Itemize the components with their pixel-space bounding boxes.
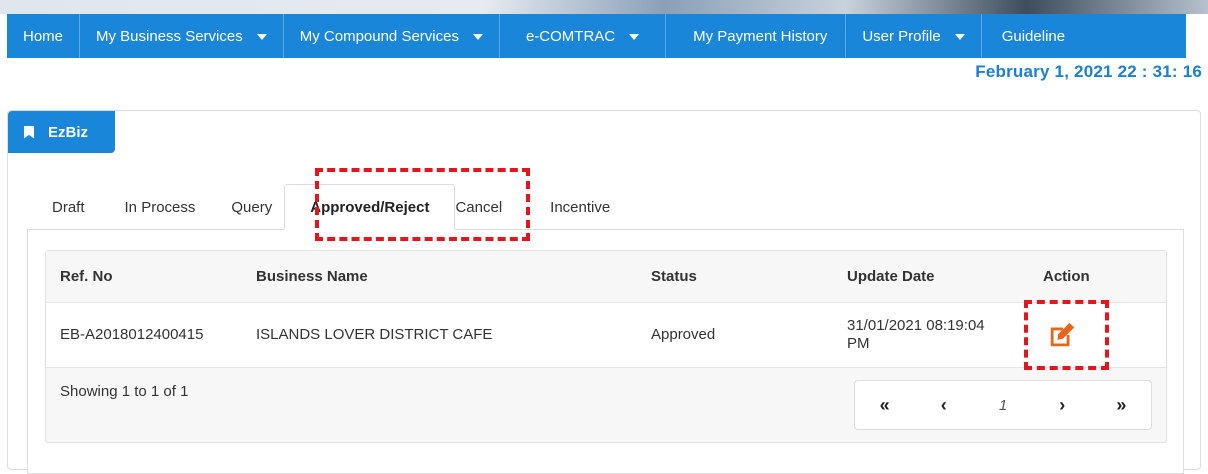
- pagination: « ‹ 1 › »: [854, 380, 1152, 430]
- header-ref-no: Ref. No: [46, 251, 242, 303]
- results-table-box: Ref. No Business Name Status Update Date…: [45, 250, 1167, 443]
- cell-ref-no: EB-A2018012400415: [46, 302, 242, 368]
- update-date-line2: PM: [847, 334, 870, 352]
- caret-down-icon: [629, 34, 640, 40]
- cell-action: [1029, 302, 1166, 368]
- tab-query[interactable]: Query: [219, 184, 284, 230]
- panel-title-tag: EzBiz: [8, 111, 115, 153]
- bookmark-icon: [24, 125, 34, 139]
- nav-home-label: Home: [23, 27, 64, 45]
- header-business-name: Business Name: [242, 251, 637, 303]
- tab-in-process[interactable]: In Process: [99, 184, 220, 230]
- caret-down-icon: [954, 34, 965, 40]
- current-page-number[interactable]: 1: [973, 381, 1032, 429]
- tab-cancel[interactable]: Cancel: [455, 184, 550, 230]
- ezbiz-panel: EzBiz Draft In Process Query Approved/Re…: [7, 110, 1201, 474]
- nav-user-profile[interactable]: User Profile: [846, 14, 982, 58]
- nav-my-business-services[interactable]: My Business Services: [80, 14, 284, 58]
- cell-status: Approved: [637, 302, 833, 368]
- nav-e-comtrac-label: e-COMTRAC: [525, 27, 616, 45]
- nav-user-profile-label: User Profile: [862, 27, 941, 45]
- nav-home[interactable]: Home: [7, 14, 81, 58]
- update-date-line1: 31/01/2021 08:19:04: [847, 316, 985, 334]
- results-table: Ref. No Business Name Status Update Date…: [46, 251, 1166, 368]
- nav-my-compound-services-label: My Compound Services: [299, 27, 459, 45]
- nav-my-compound-services[interactable]: My Compound Services: [284, 14, 500, 58]
- date-time-clock: February 1, 2021 22 : 31: 16: [975, 62, 1202, 81]
- table-row: EB-A2018012400415 ISLANDS LOVER DISTRICT…: [46, 302, 1166, 368]
- table-footer: Showing 1 to 1 of 1 « ‹ 1 › »: [46, 368, 1166, 442]
- nav-my-payment-history[interactable]: My Payment History: [666, 14, 847, 58]
- first-page-button[interactable]: «: [855, 381, 914, 429]
- edit-icon[interactable]: [1047, 320, 1077, 350]
- nav-my-payment-history-label: My Payment History: [693, 27, 828, 45]
- cell-business-name: ISLANDS LOVER DISTRICT CAFE: [242, 302, 637, 368]
- table-header-row: Ref. No Business Name Status Update Date…: [46, 251, 1166, 303]
- tab-content: Ref. No Business Name Status Update Date…: [27, 229, 1184, 474]
- cell-update-date: 31/01/2021 08:19:04 PM: [833, 302, 1029, 368]
- header-status: Status: [637, 251, 833, 303]
- main-navbar: Home My Business Services My Compound Se…: [7, 14, 1186, 58]
- last-page-button[interactable]: »: [1092, 381, 1151, 429]
- status-tabs: Draft In Process Query Approved/Reject C…: [38, 184, 610, 230]
- next-page-button[interactable]: ›: [1033, 381, 1092, 429]
- showing-entries-text: Showing 1 to 1 of 1: [60, 383, 189, 400]
- header-update-date: Update Date: [833, 251, 1029, 303]
- caret-down-icon: [472, 34, 483, 40]
- caret-down-icon: [256, 34, 267, 40]
- header-action: Action: [1029, 251, 1166, 303]
- nav-e-comtrac[interactable]: e-COMTRAC: [500, 14, 667, 58]
- nav-guideline-label: Guideline: [1001, 27, 1066, 45]
- tab-incentive[interactable]: Incentive: [550, 184, 610, 230]
- top-banner-image: [0, 0, 1208, 14]
- tab-approved-reject[interactable]: Approved/Reject: [284, 184, 456, 230]
- tab-draft[interactable]: Draft: [38, 184, 99, 230]
- nav-guideline[interactable]: Guideline: [982, 14, 1081, 58]
- nav-my-business-services-label: My Business Services: [96, 27, 243, 45]
- panel-title: EzBiz: [48, 123, 89, 141]
- prev-page-button[interactable]: ‹: [914, 381, 973, 429]
